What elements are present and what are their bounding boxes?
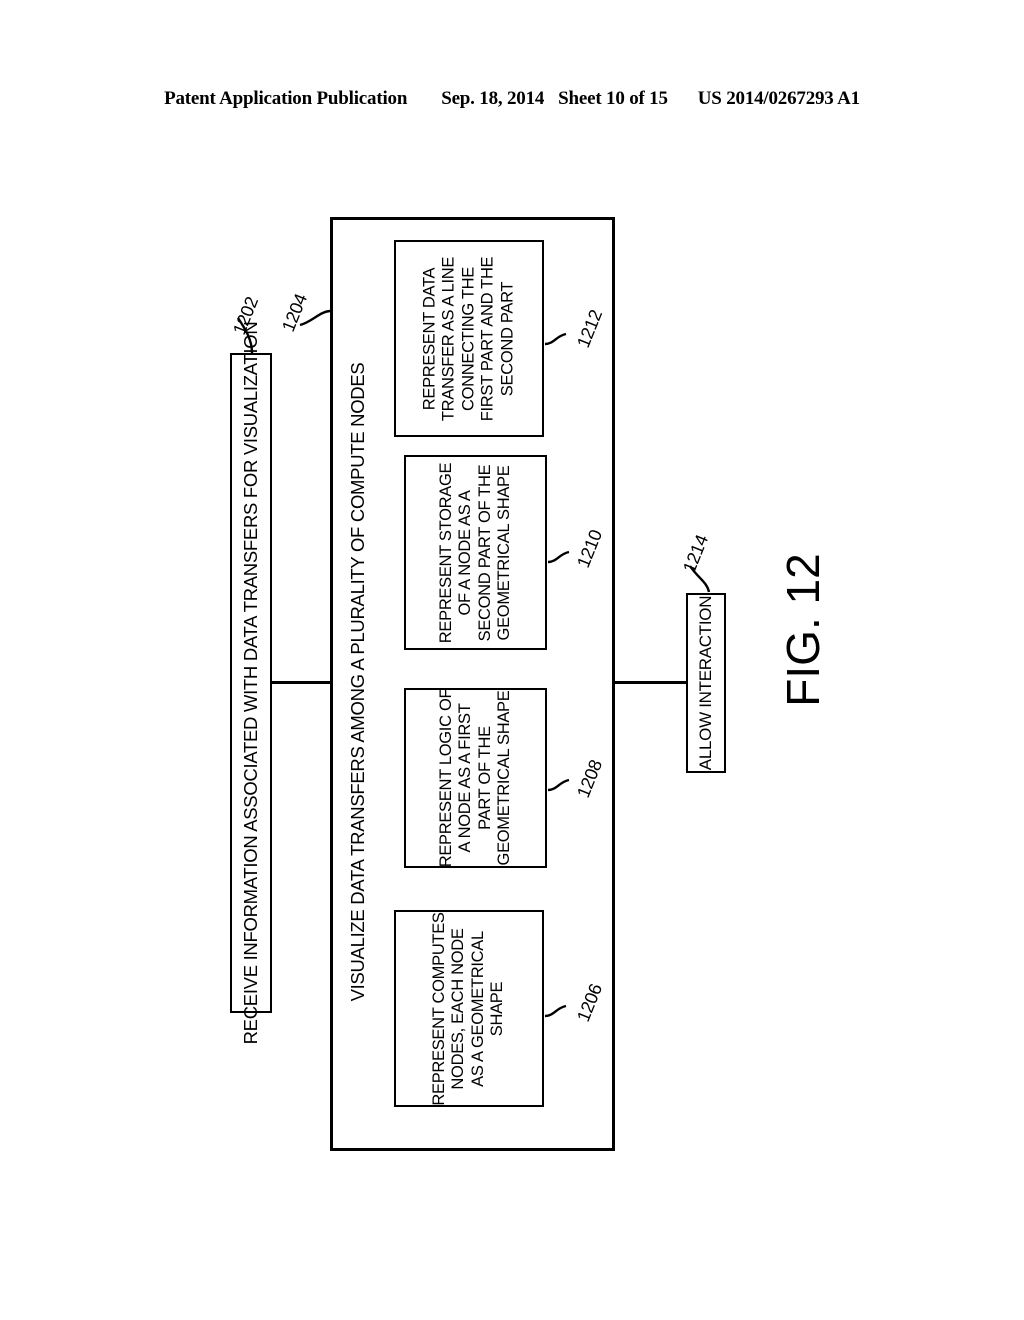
step-box-1202-label: RECEIVE INFORMATION ASSOCIATED WITH DATA… bbox=[240, 321, 262, 1045]
step-box-1208-label: REPRESENT LOGIC OF A NODE AS A FIRST PAR… bbox=[436, 688, 513, 868]
step-box-1210: REPRESENT STORAGE OF A NODE AS A SECOND … bbox=[404, 455, 547, 650]
reference-numeral-1214: 1214 bbox=[679, 531, 713, 576]
step-box-1214-label: ALLOW INTERACTION bbox=[695, 595, 715, 771]
connector-1204-to-1214 bbox=[615, 681, 686, 684]
step-box-1204-label: VISUALIZE DATA TRANSFERS AMONG A PLURALI… bbox=[347, 362, 369, 1002]
step-box-1212-label: REPRESENT DATA TRANSFER AS A LINE CONNEC… bbox=[420, 256, 517, 421]
step-box-1202: RECEIVE INFORMATION ASSOCIATED WITH DATA… bbox=[230, 322, 272, 1044]
figure-caption: FIG. 12 bbox=[777, 553, 829, 707]
step-box-1206-label: REPRESENT COMPUTES NODES, EACH NODE AS A… bbox=[430, 911, 507, 1106]
step-box-1206: REPRESENT COMPUTES NODES, EACH NODE AS A… bbox=[394, 910, 544, 1107]
step-box-1212: REPRESENT DATA TRANSFER AS A LINE CONNEC… bbox=[394, 240, 544, 437]
step-box-1204-label-wrap: VISUALIZE DATA TRANSFERS AMONG A PLURALI… bbox=[345, 363, 371, 1002]
step-box-1214: ALLOW INTERACTION bbox=[686, 593, 726, 773]
step-box-1208: REPRESENT LOGIC OF A NODE AS A FIRST PAR… bbox=[404, 688, 547, 868]
reference-numeral-1204: 1204 bbox=[278, 290, 312, 335]
connector-1202-to-1204 bbox=[272, 681, 330, 684]
step-box-1210-label: REPRESENT STORAGE OF A NODE AS A SECOND … bbox=[436, 462, 513, 643]
flowchart-diagram: RECEIVE INFORMATION ASSOCIATED WITH DATA… bbox=[0, 0, 1024, 1320]
